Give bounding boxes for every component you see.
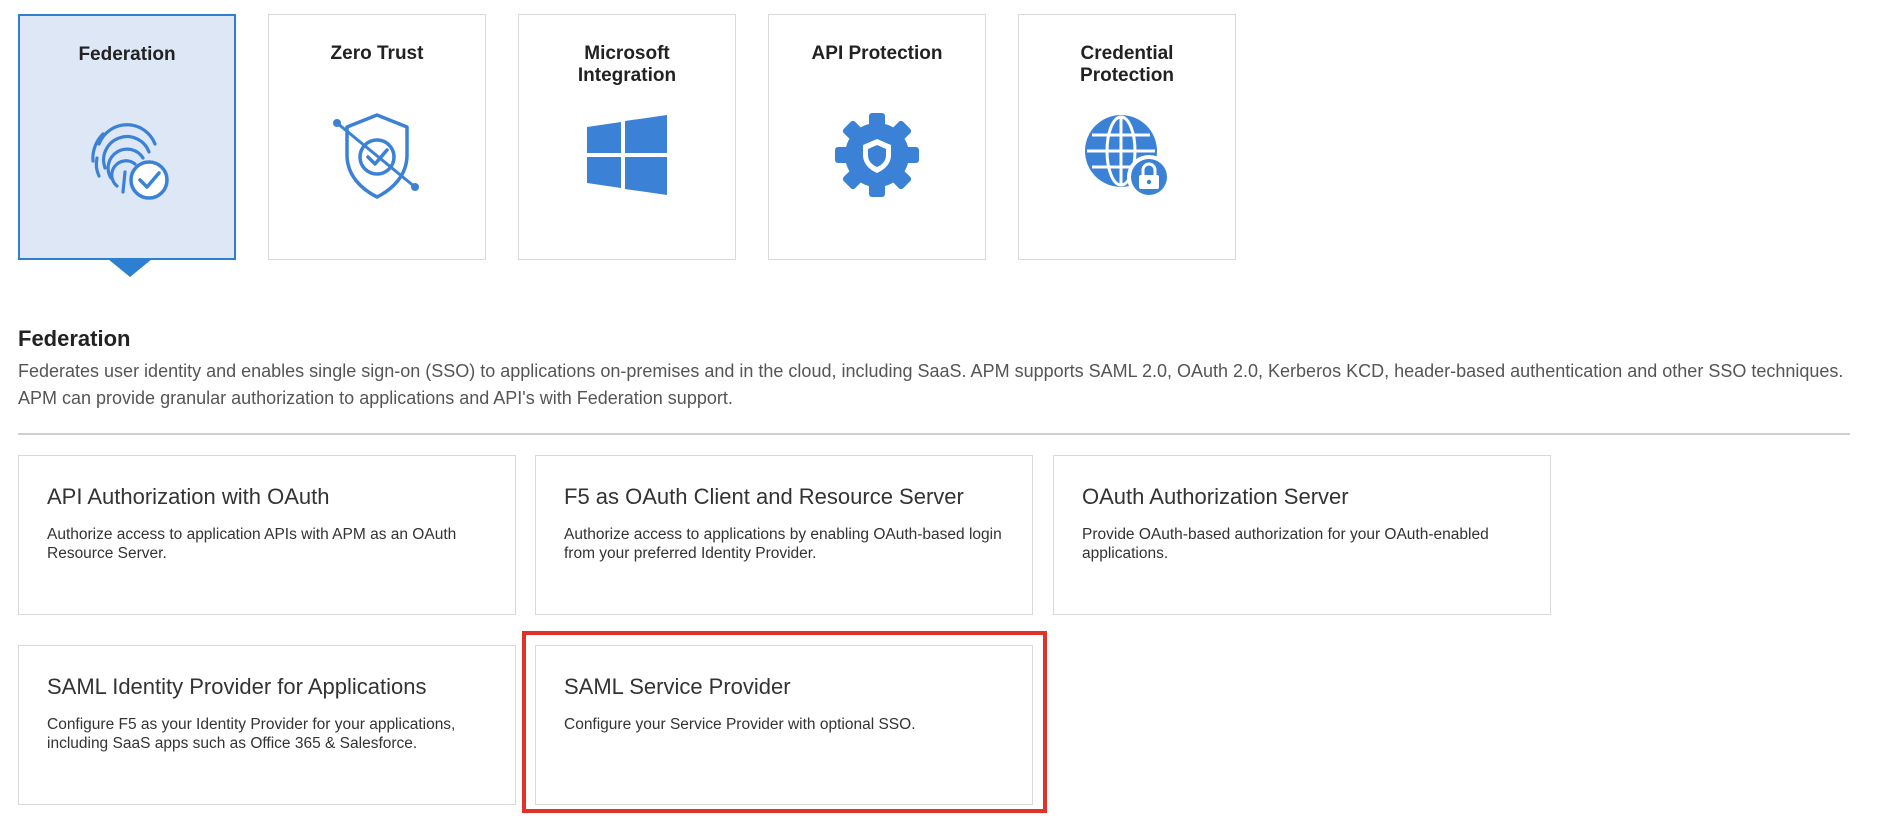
category-label: API Protection bbox=[811, 43, 943, 64]
option-title: F5 as OAuth Client and Resource Server bbox=[564, 484, 964, 509]
category-tile-federation[interactable]: Federation bbox=[18, 14, 236, 260]
option-title: API Authorization with OAuth bbox=[47, 484, 330, 509]
option-description: Configure your Service Provider with opt… bbox=[564, 716, 916, 733]
shield-check-icon bbox=[333, 113, 419, 199]
category-tile-microsoft-integration[interactable]: Microsoft Integration bbox=[518, 14, 736, 260]
category-tile-api-protection[interactable]: API Protection bbox=[768, 14, 986, 260]
category-label: Credential Protection bbox=[1080, 43, 1174, 86]
section-description: Federates user identity and enables sing… bbox=[18, 361, 1844, 408]
option-title: OAuth Authorization Server bbox=[1082, 484, 1349, 509]
category-tile-zero-trust[interactable]: Zero Trust bbox=[268, 14, 486, 260]
option-card-api-authorization-oauth[interactable]: API Authorization with OAuth Authorize a… bbox=[18, 455, 516, 615]
option-description: Configure F5 as your Identity Provider f… bbox=[47, 716, 456, 752]
option-card-f5-oauth-client-resource-server[interactable]: F5 as OAuth Client and Resource Server A… bbox=[535, 455, 1033, 615]
option-card-saml-identity-provider[interactable]: SAML Identity Provider for Applications … bbox=[18, 645, 516, 805]
option-card-oauth-authorization-server[interactable]: OAuth Authorization Server Provide OAuth… bbox=[1053, 455, 1551, 615]
gear-shield-icon bbox=[835, 113, 919, 197]
fingerprint-check-icon bbox=[91, 123, 169, 200]
globe-lock-icon bbox=[1085, 115, 1171, 199]
category-label: Federation bbox=[78, 44, 176, 65]
category-label: Microsoft Integration bbox=[577, 43, 677, 86]
option-card-saml-service-provider[interactable]: SAML Service Provider Configure your Ser… bbox=[535, 645, 1033, 805]
option-description: Authorize access to applications by enab… bbox=[564, 526, 1002, 562]
option-description: Provide OAuth-based authorization for yo… bbox=[1082, 526, 1489, 562]
category-tile-credential-protection[interactable]: Credential Protection bbox=[1018, 14, 1236, 260]
option-title: SAML Service Provider bbox=[564, 674, 791, 699]
windows-logo-icon bbox=[587, 115, 667, 195]
category-label: Zero Trust bbox=[330, 43, 424, 64]
selected-indicator-arrow bbox=[108, 259, 152, 277]
option-title: SAML Identity Provider for Applications bbox=[47, 674, 427, 699]
option-description: Authorize access to application APIs wit… bbox=[47, 526, 457, 562]
section-title: Federation bbox=[18, 326, 131, 351]
divider bbox=[18, 433, 1850, 435]
